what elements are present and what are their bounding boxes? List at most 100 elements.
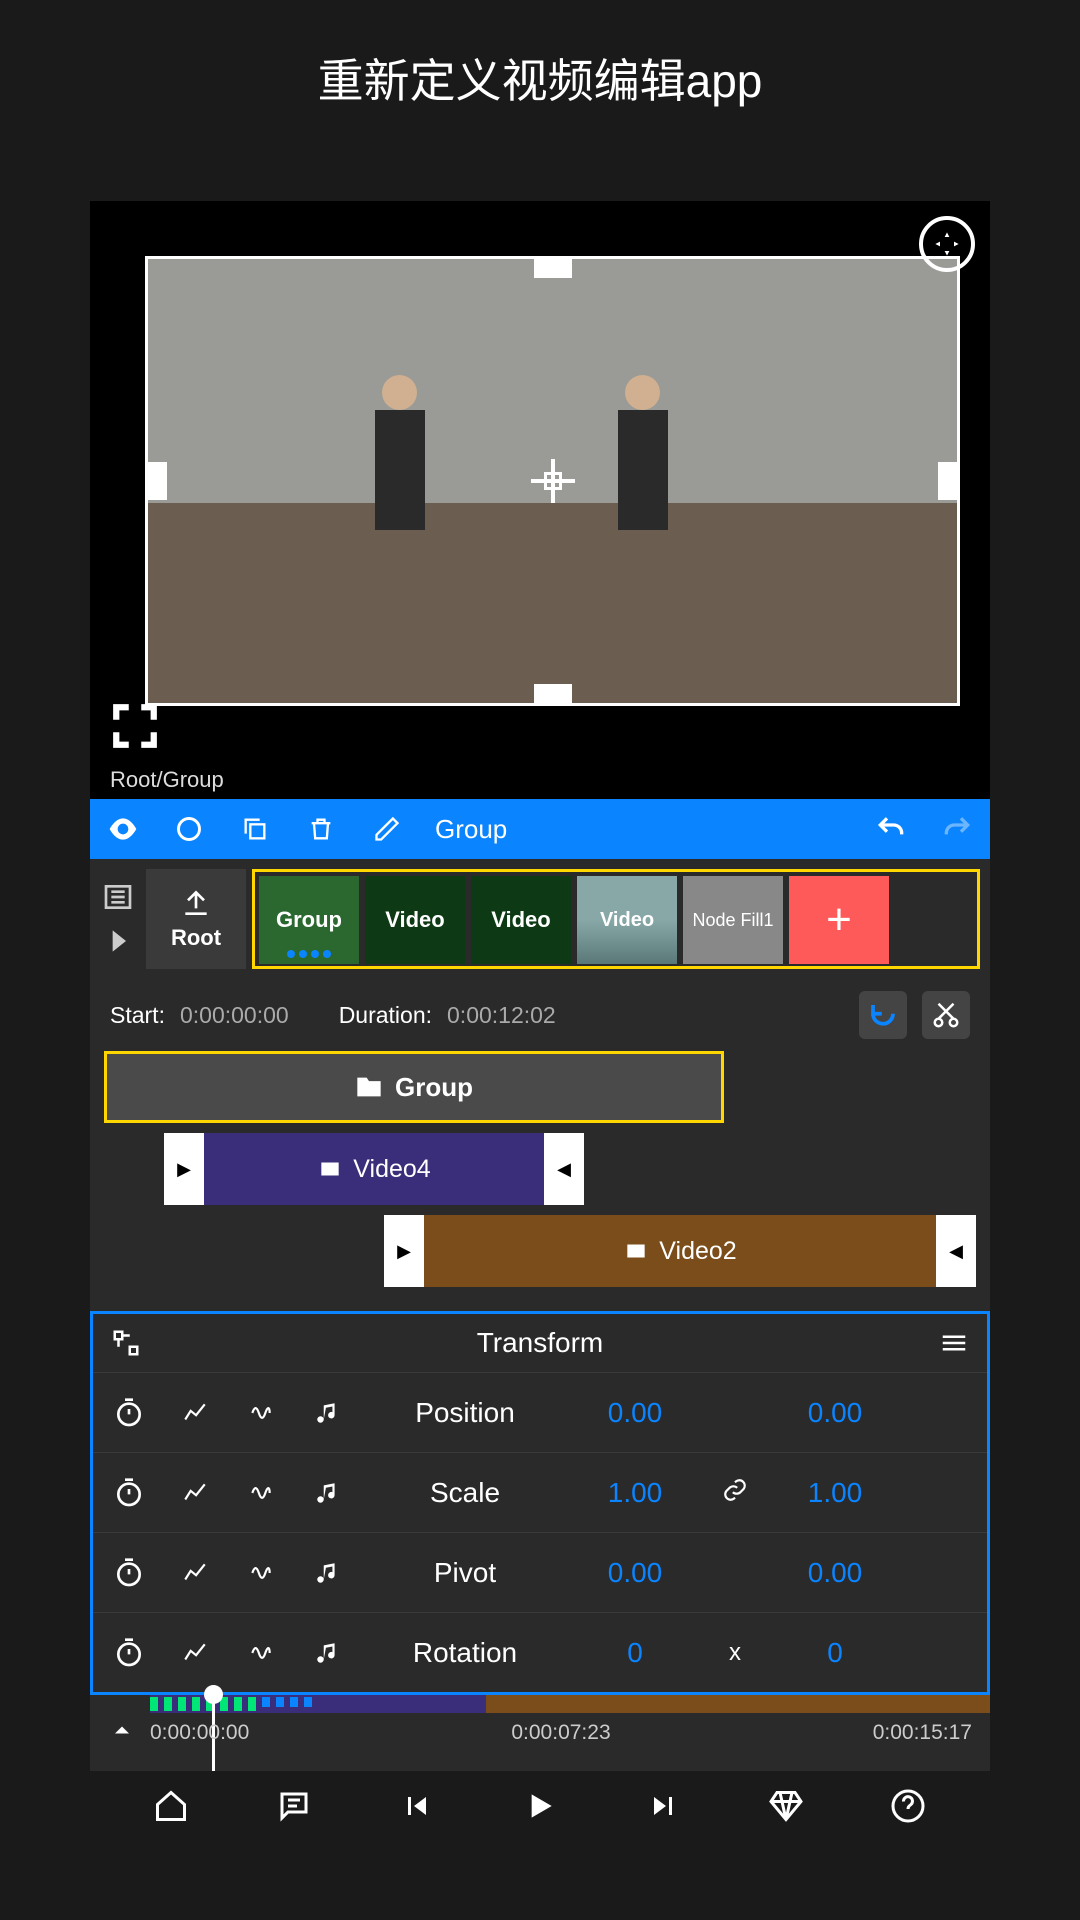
transform-value-y[interactable]: 0 [785,1637,885,1669]
visibility-icon[interactable] [105,811,141,847]
node-label: Group [276,907,342,933]
frame-forward-icon[interactable] [639,1782,687,1830]
transform-title: Transform [141,1327,939,1359]
bottom-bar [90,1771,990,1841]
time-info-bar: Start: 0:00:00:00 Duration: 0:00:12:02 [90,979,990,1051]
timeline-time: 0:00:07:23 [511,1721,610,1745]
timeline-ruler[interactable]: 0:00:00:00 0:00:07:23 0:00:15:17 [90,1695,990,1771]
preview-area[interactable] [90,201,990,761]
top-toolbar: Group [90,799,990,859]
preview-canvas[interactable] [145,256,960,706]
transform-label: Position [375,1397,555,1429]
diamond-icon[interactable] [762,1782,810,1830]
root-node-label: Root [171,925,221,951]
stopwatch-icon[interactable] [111,1395,147,1431]
transform-row-scale: Scale 1.00 1.00 [93,1452,987,1532]
node-dots-icon [287,950,331,958]
music-icon[interactable] [309,1555,345,1591]
collapse-icon[interactable] [108,1716,144,1750]
preview-figure [350,370,450,570]
redo-icon[interactable] [939,811,975,847]
stopwatch-icon[interactable] [111,1635,147,1671]
transform-value-y[interactable]: 0.00 [785,1397,885,1429]
stopwatch-icon[interactable] [111,1475,147,1511]
circle-icon[interactable] [171,811,207,847]
clip-video4[interactable]: ▶ Video4 ◀ [164,1133,584,1205]
resize-handle-right[interactable] [938,462,960,500]
resize-handle-top[interactable] [534,256,572,278]
duration-value[interactable]: 0:00:12:02 [447,1002,556,1029]
graph-icon[interactable] [177,1395,213,1431]
node-video[interactable]: Video [471,876,571,964]
cut-button[interactable] [922,991,970,1039]
transform-panel: Transform Position 0.00 0.00 Scale 1.00 … [90,1311,990,1695]
node-label: Video [600,909,654,932]
home-icon[interactable] [147,1782,195,1830]
breadcrumb: Root/Group [90,761,990,799]
center-crosshair-icon[interactable] [531,459,575,503]
clip-handle-left[interactable]: ▶ [164,1133,204,1205]
undo-icon[interactable] [873,811,909,847]
timeline-markers [150,1697,990,1711]
play-icon[interactable] [516,1782,564,1830]
transform-label: Scale [375,1477,555,1509]
transform-value-y[interactable]: 0.00 [785,1557,885,1589]
app-frame: Root/Group Group R [90,201,990,1841]
delete-icon[interactable] [303,811,339,847]
wave-icon[interactable] [243,1475,279,1511]
node-video-thumb[interactable]: Video [577,876,677,964]
edit-icon[interactable] [369,811,405,847]
transform-value-x[interactable]: 0 [585,1637,685,1669]
wave-icon[interactable] [243,1395,279,1431]
resize-handle-bottom[interactable] [534,684,572,706]
help-icon[interactable] [884,1782,932,1830]
node-video[interactable]: Video [365,876,465,964]
node-fill[interactable]: Node Fill1 [683,876,783,964]
transform-value-x[interactable]: 1.00 [585,1477,685,1509]
transform-label: Rotation [375,1637,555,1669]
transform-value-x[interactable]: 0.00 [585,1397,685,1429]
music-icon[interactable] [309,1395,345,1431]
root-node[interactable]: Root [146,869,246,969]
node-label: Node Fill1 [692,910,773,931]
transform-value-y[interactable]: 1.00 [785,1477,885,1509]
clip-handle-right[interactable]: ◀ [936,1215,976,1287]
page-title: 重新定义视频编辑app [0,0,1080,141]
preview-figure [593,370,693,570]
transform-link-x: x [715,1639,755,1667]
reset-time-button[interactable] [859,991,907,1039]
graph-icon[interactable] [177,1635,213,1671]
music-icon[interactable] [309,1475,345,1511]
node-group[interactable]: Group [259,876,359,964]
node-add-button[interactable]: + [789,876,889,964]
side-toggle[interactable] [90,869,146,969]
menu-icon[interactable] [939,1328,969,1358]
nodes-container: Group Video Video Video Node Fill1 + [252,869,980,969]
clip-handle-right[interactable]: ◀ [544,1133,584,1205]
transform-value-x[interactable]: 0.00 [585,1557,685,1589]
start-value[interactable]: 0:00:00:00 [180,1002,289,1029]
start-label: Start: [110,1002,165,1029]
clip-video2[interactable]: ▶ Video2 ◀ [384,1215,976,1287]
nodes-row: Root Group Video Video Video Node Fill1 … [90,859,990,979]
reset-button[interactable] [919,216,975,272]
link-icon[interactable] [715,1477,755,1508]
transform-row-pivot: Pivot 0.00 0.00 [93,1532,987,1612]
resize-handle-left[interactable] [145,462,167,500]
music-icon[interactable] [309,1635,345,1671]
wave-icon[interactable] [243,1555,279,1591]
clip-handle-left[interactable]: ▶ [384,1215,424,1287]
node-label: Video [385,907,445,933]
graph-icon[interactable] [177,1555,213,1591]
copy-icon[interactable] [237,811,273,847]
comment-icon[interactable] [270,1782,318,1830]
clip-label: Video4 [353,1155,430,1184]
stopwatch-icon[interactable] [111,1555,147,1591]
frame-back-icon[interactable] [393,1782,441,1830]
wave-icon[interactable] [243,1635,279,1671]
fullscreen-icon[interactable] [110,701,160,751]
toolbar-group-label: Group [435,814,843,845]
clips-area: Group ▶ Video4 ◀ ▶ Video2 ◀ [90,1051,990,1311]
graph-icon[interactable] [177,1475,213,1511]
clip-group[interactable]: Group [104,1051,724,1123]
